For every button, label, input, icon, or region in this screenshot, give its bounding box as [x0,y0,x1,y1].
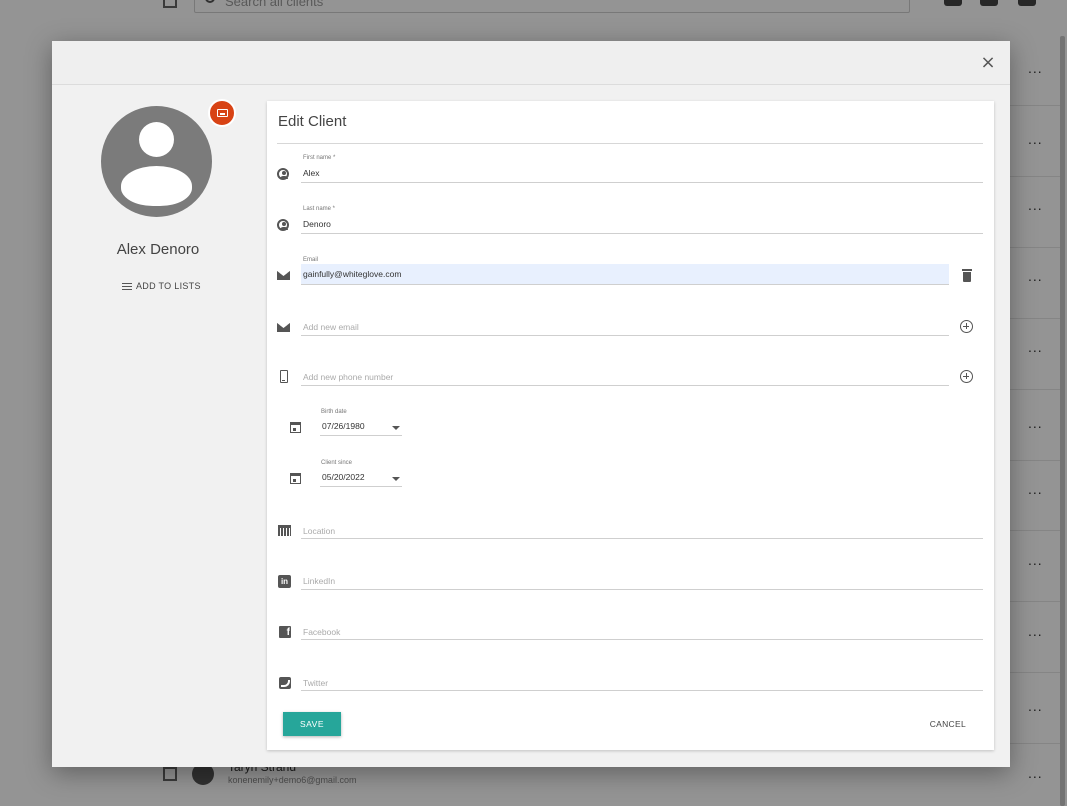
birth-date-value[interactable]: 07/26/1980 [322,421,365,431]
modal-header: × [52,41,1010,85]
chevron-down-icon[interactable] [392,426,400,430]
linkedin-placeholder[interactable]: LinkedIn [303,576,335,586]
client-summary-panel: Alex Denoro ADD TO LISTS [52,86,264,766]
add-to-lists-button[interactable]: ADD TO LISTS [122,281,201,291]
new-phone-field[interactable]: Add new phone number [277,358,983,390]
cancel-button[interactable]: CANCEL [930,712,966,736]
person-icon [277,219,289,231]
edit-client-form: Edit Client First name * Alex Last name … [267,101,994,750]
last-name-value[interactable]: Denoro [303,219,331,229]
mail-icon [277,271,290,280]
form-title: Edit Client [278,113,347,130]
twitter-icon [279,677,291,689]
client-since-label: Client since [321,460,353,466]
email-field[interactable]: Email gainfully@whiteglove.com [277,255,983,287]
new-email-placeholder[interactable]: Add new email [303,322,359,332]
change-photo-button[interactable] [208,99,236,127]
facebook-field[interactable]: f Facebook [277,614,983,642]
twitter-placeholder[interactable]: Twitter [303,678,328,688]
birth-date-field[interactable]: Birth date 07/26/1980 [277,407,983,439]
avatar [101,106,212,217]
new-phone-placeholder[interactable]: Add new phone number [303,372,393,382]
add-to-lists-label: ADD TO LISTS [136,281,201,291]
facebook-icon: f [279,626,291,638]
title-divider [277,143,983,144]
email-label: Email [303,257,319,263]
linkedin-icon: in [278,575,291,588]
image-icon [217,109,228,117]
mail-icon [277,323,290,332]
chevron-down-icon[interactable] [392,477,400,481]
location-placeholder[interactable]: Location [303,526,335,536]
save-button[interactable]: SAVE [283,712,341,736]
first-name-value[interactable]: Alex [303,168,320,178]
last-name-label: Last name * [303,206,336,212]
list-icon [122,282,132,290]
client-name: Alex Denoro [116,241,200,258]
client-since-field[interactable]: Client since 05/20/2022 [277,458,983,490]
first-name-field[interactable]: First name * Alex [277,153,983,185]
add-phone-icon[interactable] [960,370,973,383]
client-since-value[interactable]: 05/20/2022 [322,472,365,482]
twitter-field[interactable]: Twitter [277,665,983,693]
last-name-field[interactable]: Last name * Denoro [277,204,983,236]
location-field[interactable]: Location [277,513,983,541]
city-icon [278,525,291,536]
phone-icon [280,370,288,383]
email-value[interactable]: gainfully@whiteglove.com [303,269,401,279]
birth-date-label: Birth date [321,409,347,415]
delete-email-icon[interactable] [962,269,972,282]
add-email-icon[interactable] [960,320,973,333]
close-button[interactable]: × [978,53,998,73]
calendar-icon [290,422,301,433]
linkedin-field[interactable]: in LinkedIn [277,564,983,592]
edit-client-modal: × Alex Denoro ADD TO LISTS Edit Client F… [52,41,1010,767]
facebook-placeholder[interactable]: Facebook [303,627,340,637]
first-name-label: First name * [303,155,336,161]
calendar-icon [290,473,301,484]
person-icon [277,168,289,180]
new-email-field[interactable]: Add new email [277,307,983,339]
